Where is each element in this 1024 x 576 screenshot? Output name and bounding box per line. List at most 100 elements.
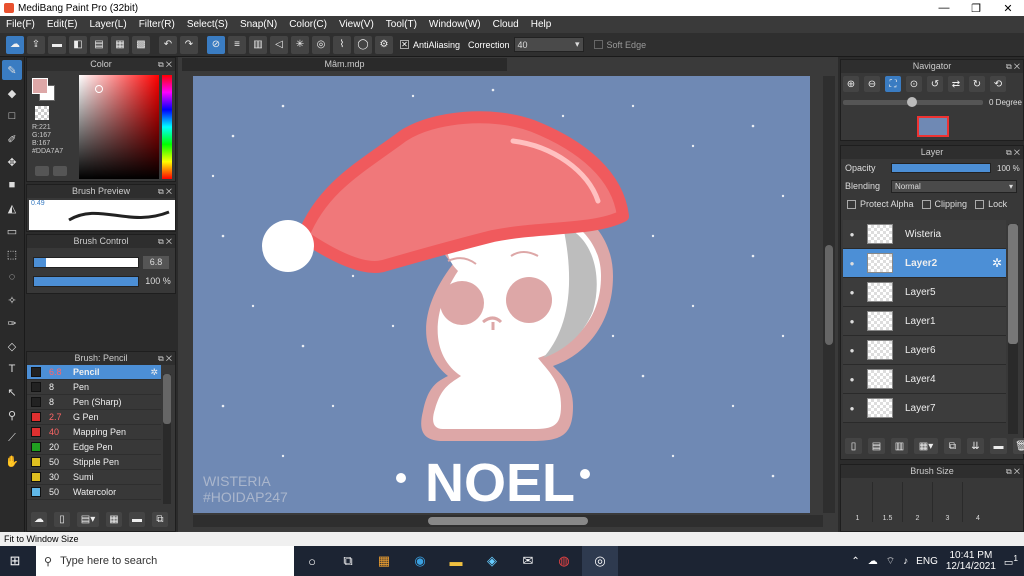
layer-row-layer6[interactable]: ● Layer6: [843, 336, 1006, 365]
task-view-icon[interactable]: ⧉: [330, 553, 366, 569]
operation-tool-icon[interactable]: ↖: [2, 382, 22, 402]
brush-item-pen[interactable]: 8 Pen: [27, 380, 161, 395]
panel-close-icon[interactable]: ⧉ ✕: [158, 58, 172, 71]
navigator-thumbnail[interactable]: [917, 116, 949, 137]
soft-edge-checkbox[interactable]: [593, 40, 603, 49]
color-history-icon[interactable]: [35, 166, 49, 176]
app-store-icon[interactable]: ▦: [366, 553, 402, 569]
menu-file[interactable]: File(F): [0, 19, 41, 30]
frame-divide-icon[interactable]: ⟋: [2, 428, 22, 448]
layer-row-layer4[interactable]: ● Layer4: [843, 365, 1006, 394]
brush-item-watercolor[interactable]: 50 Watercolor: [27, 485, 161, 500]
brush-size-slider[interactable]: [33, 257, 139, 268]
brush-item-sumi[interactable]: 30 Sumi: [27, 470, 161, 485]
duplicate-layer-icon[interactable]: ⧉: [944, 438, 961, 454]
mail-icon[interactable]: ✉: [510, 553, 546, 569]
panel-close-icon[interactable]: ⧉ ✕: [158, 235, 172, 248]
select-eraser-icon[interactable]: ◇: [2, 336, 22, 356]
undo-icon[interactable]: ↶: [159, 35, 177, 54]
brush-size-cell[interactable]: 1: [843, 482, 873, 522]
medibang-taskbar-icon[interactable]: ◎: [582, 546, 618, 576]
menu-layer[interactable]: Layer(L): [83, 19, 132, 30]
tray-chevron-icon[interactable]: ⌃: [851, 556, 859, 567]
snap-curve-icon[interactable]: ⌇: [333, 35, 351, 54]
horizontal-scroll-thumb[interactable]: [428, 517, 588, 525]
new-halftone-layer-icon[interactable]: ▤: [868, 438, 885, 454]
menu-cloud[interactable]: Cloud: [487, 19, 525, 30]
correction-select[interactable]: 40 ▾: [513, 37, 584, 52]
brush-item-pencil[interactable]: 6.8 Pencil ✲: [27, 365, 161, 380]
new-layer-icon[interactable]: ▯: [845, 438, 862, 454]
panel-close-icon[interactable]: ⧉ ✕: [1006, 465, 1020, 478]
store-icon[interactable]: ◈: [474, 553, 510, 569]
eye-icon[interactable]: ●: [843, 375, 861, 384]
brush-size-cell[interactable]: 2: [903, 482, 933, 522]
brush-opacity-slider[interactable]: [33, 276, 139, 287]
flip-icon[interactable]: ⇄: [948, 76, 964, 92]
delete-layer-icon[interactable]: 🗑: [1013, 438, 1024, 454]
menu-tool[interactable]: Tool(T): [380, 19, 423, 30]
select-pen-icon[interactable]: ✑: [2, 313, 22, 333]
panel-icon[interactable]: ▦: [111, 35, 129, 54]
hue-slider[interactable]: [162, 75, 172, 179]
eye-icon[interactable]: ●: [843, 404, 861, 413]
eraser-tool-icon[interactable]: ◆: [2, 83, 22, 103]
panel-close-icon[interactable]: ⧉ ✕: [1006, 60, 1020, 73]
vertical-scroll-thumb[interactable]: [825, 245, 833, 345]
actual-size-icon[interactable]: ⊙: [906, 76, 922, 92]
reset-rotation-icon[interactable]: ⟲: [990, 76, 1006, 92]
zoom-out-icon[interactable]: ⊖: [864, 76, 880, 92]
add-brush-cloud-icon[interactable]: ☁: [31, 512, 47, 527]
cloud-icon[interactable]: ☁: [6, 35, 24, 54]
transparent-swatch[interactable]: [35, 106, 49, 120]
layer-scrollbar[interactable]: [1008, 224, 1018, 434]
hand-tool-icon[interactable]: ✋: [2, 451, 22, 471]
volume-icon[interactable]: ♪: [903, 556, 908, 567]
text-tool-icon[interactable]: T: [2, 359, 22, 379]
new-brush-icon[interactable]: ▯: [54, 512, 70, 527]
artboard[interactable]: NOEL WISTERIA #HOIDAP247: [193, 76, 810, 513]
rotation-slider[interactable]: [843, 97, 983, 107]
add-layer-menu-icon[interactable]: ▦▾: [914, 438, 938, 454]
brush-size-cell[interactable]: 4: [963, 482, 993, 522]
layer-folder-icon[interactable]: ▬: [990, 438, 1007, 454]
layer-row-layer7[interactable]: ● Layer7: [843, 394, 1006, 423]
minimize-button[interactable]: —: [928, 2, 960, 14]
blending-select[interactable]: Normal ▾: [891, 179, 1017, 193]
brush-item-mapping-pen[interactable]: 40 Mapping Pen: [27, 425, 161, 440]
snap-ellipse-icon[interactable]: ◯: [354, 35, 372, 54]
document-tab[interactable]: Mâm.mdp: [182, 58, 507, 71]
snap-grid-icon[interactable]: ▥: [249, 35, 267, 54]
snap-parallel-icon[interactable]: ≡: [228, 35, 246, 54]
lock-checkbox[interactable]: [975, 199, 985, 209]
menu-view[interactable]: View(V): [333, 19, 380, 30]
menu-color[interactable]: Color(C): [283, 19, 333, 30]
cortana-icon[interactable]: ○: [294, 554, 330, 569]
gradient-tool-icon[interactable]: ▭: [2, 221, 22, 241]
taskbar-search[interactable]: ⚲ Type here to search: [36, 546, 294, 576]
move-tool-icon[interactable]: ✥: [2, 152, 22, 172]
menu-filter[interactable]: Filter(R): [133, 19, 181, 30]
edge-icon[interactable]: ◉: [402, 553, 438, 569]
brush-tool-icon[interactable]: ✎: [2, 60, 22, 80]
gear-icon[interactable]: ✲: [150, 367, 158, 378]
notification-icon[interactable]: ▭1: [1004, 553, 1018, 568]
eye-icon[interactable]: ●: [843, 230, 861, 239]
network-icon[interactable]: ⌔: [886, 555, 895, 568]
dot-tool-icon[interactable]: ✐: [2, 129, 22, 149]
eyedropper-tool-icon[interactable]: ⚲: [2, 405, 22, 425]
protect-alpha-checkbox[interactable]: [847, 199, 856, 209]
snap-circle-icon[interactable]: ◎: [312, 35, 330, 54]
clipping-checkbox[interactable]: [921, 199, 931, 209]
magic-wand-icon[interactable]: ✧: [2, 290, 22, 310]
material-icon[interactable]: ◧: [69, 35, 87, 54]
zoom-in-icon[interactable]: ⊕: [843, 76, 859, 92]
file-explorer-icon[interactable]: ▬: [438, 554, 474, 569]
windows-start-icon[interactable]: ⊞: [0, 553, 30, 569]
eye-icon[interactable]: ●: [843, 259, 861, 268]
brush-item-g-pen[interactable]: 2.7 G Pen: [27, 410, 161, 425]
brush-duplicate-icon[interactable]: ⧉: [152, 512, 168, 527]
rotate-left-icon[interactable]: ↺: [927, 76, 943, 92]
layer-row-layer5[interactable]: ● Layer5: [843, 278, 1006, 307]
fit-window-icon[interactable]: ⛶: [885, 76, 901, 92]
